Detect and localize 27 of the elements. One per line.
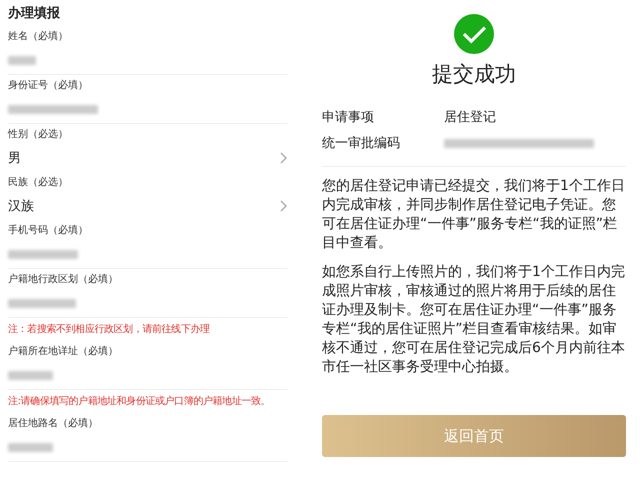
field-label: 身份证号（必填） (8, 79, 89, 93)
form-title: 办理填报 (8, 5, 61, 23)
info-label: 统一审批编码 (322, 135, 401, 152)
message-paragraph: 您的居住登记申请已经提交，我们将于1个工作日内完成审核，并同步制作居住登记电子凭证。您可在居住证办理“一件事”服务专栏“我的证照”栏目中查看。 (322, 177, 626, 253)
info-label: 申请事项 (322, 109, 375, 126)
field-label: 户籍地行政区划（必填） (8, 273, 119, 287)
redacted-value (8, 442, 53, 452)
field-label: 民族（必选） (8, 176, 69, 190)
field-label: 性别（必选） (8, 128, 69, 142)
chevron-right-icon (280, 200, 288, 212)
message-paragraph: 如您系自行上传照片的，我们将于1个工作日内完成照片审核，审核通过的照片将用于后续的居住证办理及制卡。您可在居住证办理“一件事”服务专栏“我的居住证照片”栏目查看审核结果。如审核不通过，您可在居住登记完成后6个月内前往本市任一社区事务受理中心拍摄。 (322, 263, 626, 377)
note-text: 注：若搜索不到相应行政区划，请前往线下办理 (8, 322, 211, 337)
redacted-value (8, 56, 36, 64)
redacted-value (8, 298, 76, 308)
field-label: 户籍所在地详址（必填） (8, 345, 119, 359)
select-field[interactable]: 男 (8, 147, 288, 169)
redacted-value (8, 250, 78, 258)
field-label: 手机号码（必填） (8, 224, 89, 238)
select-field[interactable]: 汉族 (8, 195, 288, 217)
redacted-value (8, 370, 53, 380)
chevron-right-icon (280, 152, 288, 164)
field-label: 姓名（必填） (8, 30, 69, 44)
field-label: 居住地路名（必填） (8, 417, 99, 431)
note-text: 注:请确保填写的户籍地址和身份证或户口簿的户籍地址一致。 (8, 394, 272, 409)
success-check-icon (454, 14, 494, 54)
success-title: 提交成功 (431, 61, 517, 88)
info-value: 居住登记 (444, 109, 496, 126)
